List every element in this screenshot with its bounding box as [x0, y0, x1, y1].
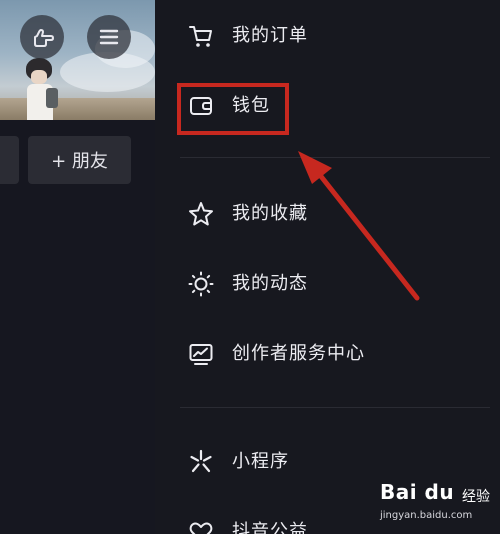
sun-icon [188, 271, 214, 297]
menu-item-creator-center[interactable]: 创作者服务中心 [155, 328, 500, 380]
add-friend-label: + 朋友 [51, 151, 108, 172]
menu-item-label: 我的收藏 [232, 203, 308, 224]
edit-profile-button[interactable] [0, 136, 19, 184]
mini-program-icon [190, 449, 212, 473]
monitor-chart-icon [189, 344, 213, 365]
profile-banner-image [0, 0, 155, 120]
hamburger-icon [99, 29, 119, 45]
menu-item-label: 小程序 [232, 451, 289, 472]
divider [180, 407, 490, 408]
hand-pointer-button[interactable] [20, 15, 64, 59]
menu-button[interactable] [87, 15, 131, 59]
watermark-jingyan: 经验 [462, 489, 490, 505]
menu-item-label: 我的动态 [232, 273, 308, 294]
menu-item-label: 抖音公益 [232, 521, 308, 534]
menu-item-label: 我的订单 [232, 25, 308, 46]
menu-item-orders[interactable]: 我的订单 [155, 10, 500, 62]
highlight-box-wallet [177, 83, 289, 135]
profile-pane: + 朋友 [0, 0, 155, 534]
heart-icon [189, 522, 213, 534]
cart-icon [189, 26, 212, 47]
menu-item-label: 创作者服务中心 [232, 343, 365, 364]
menu-item-activity[interactable]: 我的动态 [155, 258, 500, 310]
divider [180, 157, 490, 158]
watermark-site: jingyan.baidu.com [380, 510, 473, 521]
add-friend-button[interactable]: + 朋友 [28, 136, 131, 184]
menu-item-favorites[interactable]: 我的收藏 [155, 188, 500, 240]
hand-pointer-icon [34, 29, 54, 47]
star-icon [189, 202, 213, 226]
baidu-jingyan-watermark: Bai du 经验 jingyan.baidu.com [380, 480, 495, 530]
watermark-brand: Bai du [380, 480, 455, 504]
avatar-illustration [20, 58, 60, 120]
side-drawer: 我的订单 钱包 我的收藏 我的动态 创作者服务中心 小程序 抖音公益 [155, 0, 500, 534]
